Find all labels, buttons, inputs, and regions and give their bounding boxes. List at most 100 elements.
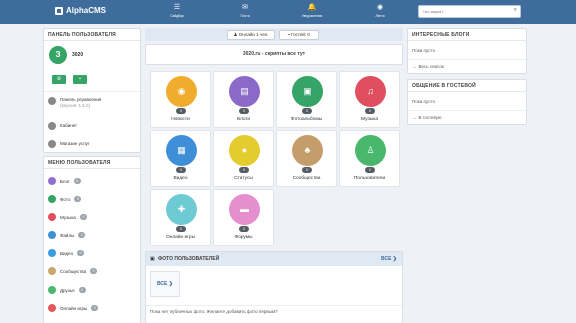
tile-label: Пользователи (353, 176, 386, 181)
site-info: 3020.ru - скрипты все тут (145, 44, 403, 65)
chat-icon: ● (229, 135, 260, 166)
profile-button[interactable]: ▪ (73, 75, 87, 84)
logo-text: AlphaCMS (66, 6, 106, 15)
tile-label: Форумы (234, 235, 253, 240)
divider (408, 59, 526, 60)
shop-label: Магазин услуг (60, 141, 90, 146)
forum-icon: ▬ (229, 194, 260, 225)
shop-icon (48, 140, 56, 148)
username[interactable]: 3020 (72, 52, 83, 58)
menu-item-friends[interactable]: Друзья 0 (48, 286, 86, 294)
games-icon (48, 304, 56, 312)
menu-item-files[interactable]: Файлы 0 (48, 231, 86, 239)
menu-item-photo[interactable]: Фото 0 (48, 195, 82, 203)
online-bar: ♟ Онлайн 1 чел. ▪ Гостей: 0 (145, 28, 403, 41)
nav-mail[interactable]: ✉ Почта (230, 3, 260, 18)
menu-item-label: Блог (60, 178, 70, 184)
count-badge: 0 (73, 178, 81, 184)
count-badge: 0 (90, 268, 98, 274)
tile-communities[interactable]: ♣ 0 Сообщества (276, 130, 337, 187)
photos-card-label: ВСЕ (157, 281, 168, 287)
cabinet-label: Кабинет (60, 123, 78, 128)
guestbook-link-label: В гостевую (418, 115, 442, 120)
nav-label: Сайдбар (170, 14, 184, 18)
nav-label: Лента (375, 14, 385, 18)
blogs-empty: Пока пусто (412, 48, 435, 53)
image-icon: ▣ (150, 256, 155, 262)
control-panel-label: Панель управления (60, 97, 102, 102)
user-panel-title: ПАНЕЛЬ ПОЛЬЗОВАТЕЛЯ (44, 29, 140, 41)
photos-title: ФОТО ПОЛЬЗОВАТЕЛЕЙ (158, 256, 220, 262)
film-icon: ▦ (166, 135, 197, 166)
menu-item-games[interactable]: Онлайн игры 0 (48, 304, 99, 312)
avatar[interactable]: З (49, 46, 67, 64)
control-panel-link[interactable]: Панель управления (версия: 1.5.0) (48, 97, 101, 108)
photos-all-link[interactable]: ВСЕ ❯ (381, 252, 397, 266)
user-panel: ПАНЕЛЬ ПОЛЬЗОВАТЕЛЯ З 3020 ⚙ ▪ Панель уп… (43, 28, 141, 153)
cabinet-link[interactable]: Кабинет (48, 122, 77, 130)
menu-item-music[interactable]: Музыка 0 (48, 213, 87, 221)
menu-item-video[interactable]: Видео 0 (48, 249, 85, 257)
nav-label: Уведомления (301, 14, 323, 18)
menu-item-label: Сообщества (60, 268, 87, 274)
count-badge: 0 (74, 196, 82, 202)
tile-count: 0 (176, 226, 186, 232)
tile-forums[interactable]: ▬ 0 Форумы (213, 189, 274, 246)
guestbook-link[interactable]: → В гостевую (412, 115, 441, 120)
menu-item-label: Друзья (60, 287, 75, 293)
photos-empty-text: Пока нет публичных фото. Желаете добавит… (150, 309, 278, 314)
menu-item-blog[interactable]: Блог 0 (48, 177, 81, 185)
tile-photoalbums[interactable]: ▣ 0 Фотоальбомы (276, 71, 337, 128)
arrow-right-icon: → (412, 64, 417, 69)
tile-count: 0 (239, 108, 249, 114)
online-button[interactable]: ♟ Онлайн 1 чел. (227, 30, 275, 40)
music-note-icon: ♫ (355, 76, 386, 107)
tile-blogs[interactable]: ▤ 0 Блоги (213, 71, 274, 128)
tile-music[interactable]: ♫ 0 Музыка (339, 71, 400, 128)
photos-all-card[interactable]: ВСЕ ❯ (150, 271, 180, 297)
user-menu-title: МЕНЮ ПОЛЬЗОВАТЕЛЯ (44, 157, 140, 169)
tile-online-games[interactable]: ✚ 0 Онлайн игры (150, 189, 211, 246)
tile-count: 0 (239, 167, 249, 173)
tile-label: Онлайн игры (165, 235, 196, 240)
tile-label: Блоги (236, 117, 251, 122)
settings-icon: ⚙ (56, 76, 62, 82)
gamepad-icon: ✚ (166, 194, 197, 225)
logo-icon (55, 6, 63, 15)
blog-icon (48, 177, 56, 185)
blogs-list-link[interactable]: → Весь список (412, 64, 444, 69)
menu-item-communities[interactable]: Сообщества 0 (48, 267, 98, 275)
tile-count: 0 (176, 108, 186, 114)
nav-notifications[interactable]: 🔔 Уведомления (297, 3, 327, 18)
tile-statuses[interactable]: ● 0 Статусы (213, 130, 274, 187)
divider (408, 110, 526, 111)
search-input[interactable] (419, 6, 504, 17)
chevron-right-icon: ❯ (392, 256, 397, 262)
tile-video[interactable]: ▦ 0 Видео (150, 130, 211, 187)
tile-users[interactable]: ♙ 0 Пользователи (339, 130, 400, 187)
guestbook-empty: Пока пусто (412, 99, 435, 104)
camera-icon: ▣ (292, 76, 323, 107)
guests-button[interactable]: ▪ Гостей: 0 (279, 30, 319, 40)
nav-sidebar[interactable]: ☰ Сайдбар (162, 3, 192, 18)
profile-icon: ▪ (79, 76, 81, 82)
user-menu: МЕНЮ ПОЛЬЗОВАТЕЛЯ Блог 0 Фото 0 Музыка 0 Фа… (43, 156, 141, 323)
group-icon: ♣ (292, 135, 323, 166)
online-label: Онлайн 1 чел. (238, 32, 269, 37)
tile-news[interactable]: ◉ 0 Новости (150, 71, 211, 128)
tile-count: 0 (365, 167, 375, 173)
guests-label: Гостей: 0 (290, 32, 310, 37)
tile-label: Видео (173, 176, 188, 181)
shop-link[interactable]: Магазин услуг (48, 140, 90, 148)
friends-icon (48, 286, 56, 294)
tile-count: 0 (302, 108, 312, 114)
count-badge: 0 (77, 250, 85, 256)
nav-feed[interactable]: ◉ Лента (365, 3, 395, 18)
search-icon[interactable]: ⌕ (514, 7, 517, 14)
count-badge: 0 (78, 232, 86, 238)
tile-label: Сообщества (292, 176, 321, 181)
tile-label: Музыка (361, 117, 378, 122)
nav-label: Почта (240, 14, 250, 18)
logo[interactable]: AlphaCMS (55, 6, 106, 15)
settings-button[interactable]: ⚙ (52, 75, 66, 84)
